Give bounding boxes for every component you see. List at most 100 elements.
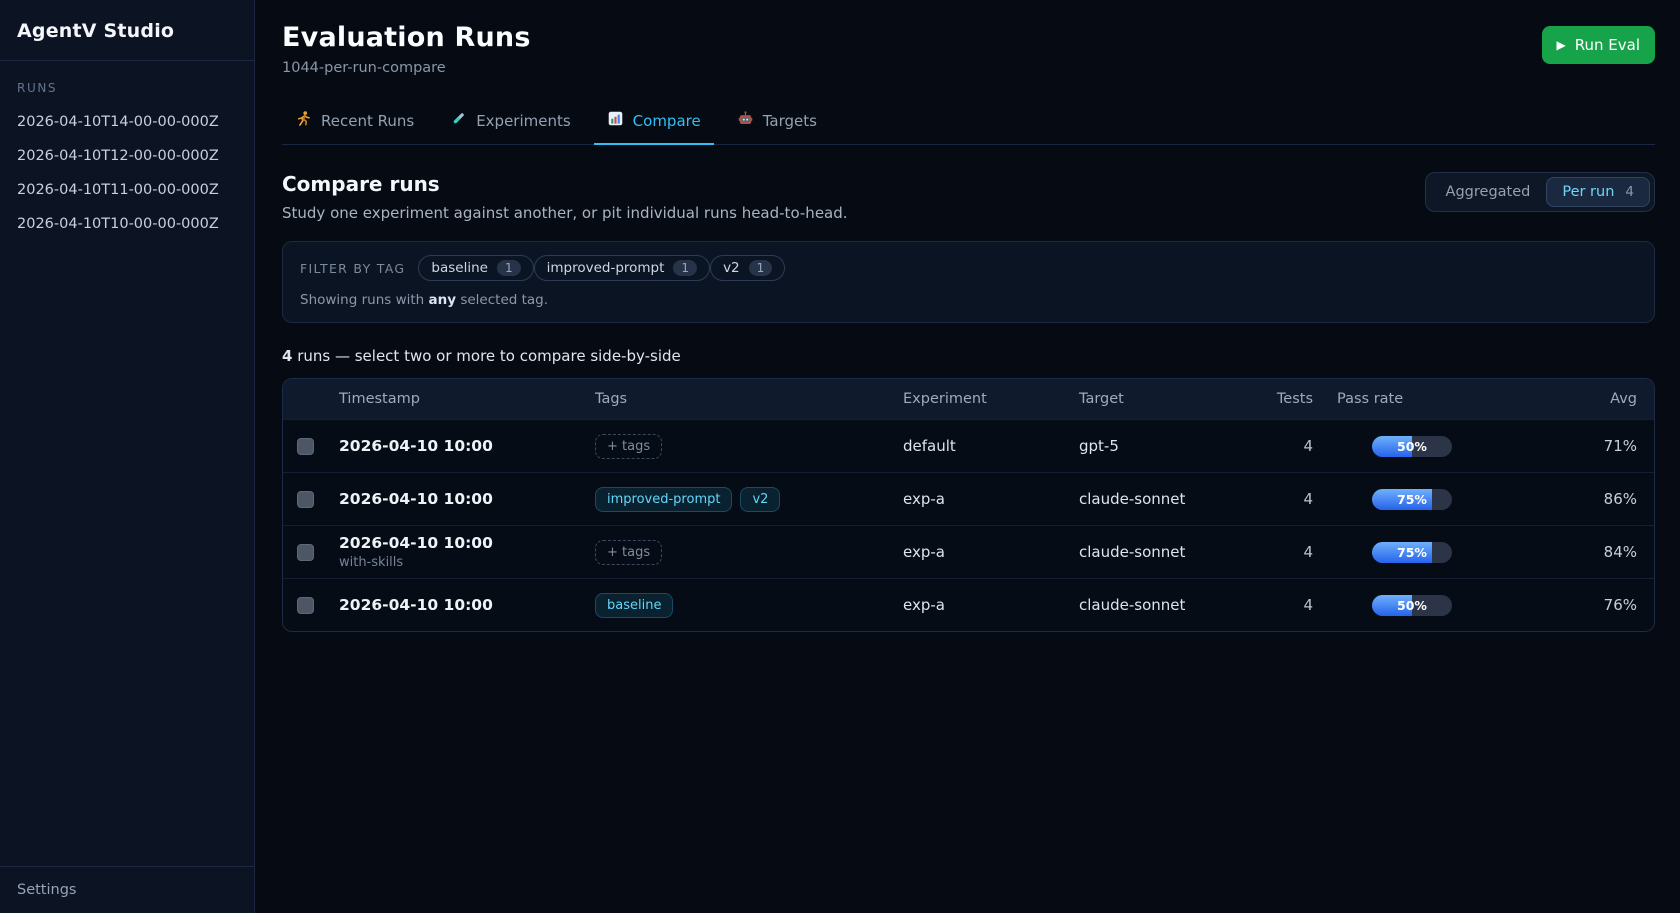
view-mode-toggle: Aggregated Per run 4: [1425, 172, 1655, 212]
test-tube-icon: [450, 110, 467, 131]
pass-rate-bar: 50%: [1372, 436, 1452, 457]
col-pass-rate: Pass rate: [1313, 391, 1503, 407]
row-experiment: exp-a: [903, 543, 1079, 561]
row-tests: 4: [1229, 490, 1313, 508]
row-subtitle: with-skills: [339, 555, 595, 570]
sidebar-run-item[interactable]: 2026-04-10T10-00-00-000Z: [0, 207, 254, 241]
row-avg: 84%: [1503, 543, 1654, 561]
tag-filter-chip-improved-prompt[interactable]: improved-prompt1: [534, 255, 710, 281]
tab-label: Recent Runs: [321, 112, 414, 130]
row-target: claude-sonnet: [1079, 490, 1229, 508]
tab-experiments[interactable]: Experiments: [437, 100, 583, 144]
tag-filter-name: improved-prompt: [547, 260, 665, 276]
toggle-per-run[interactable]: Per run 4: [1546, 177, 1650, 207]
runs-summary: 4 runs — select two or more to compare s…: [282, 347, 1655, 365]
tag-filter-name: baseline: [431, 260, 488, 276]
row-checkbox[interactable]: [297, 544, 314, 561]
row-checkbox[interactable]: [297, 438, 314, 455]
table-row: 2026-04-10 10:00improved-promptv2exp-acl…: [283, 472, 1654, 525]
run-eval-label: Run Eval: [1575, 36, 1640, 54]
robot-icon: [737, 110, 754, 131]
row-tests: 4: [1229, 437, 1313, 455]
bar-chart-icon: [607, 110, 624, 131]
row-tag-v2[interactable]: v2: [740, 487, 780, 512]
tab-targets[interactable]: Targets: [724, 100, 830, 144]
tag-filter-chip-v2[interactable]: v2 1: [710, 255, 785, 281]
row-pass-rate-cell: 75%: [1313, 542, 1503, 563]
toggle-per-run-count: 4: [1625, 184, 1634, 200]
row-checkbox-cell: [283, 491, 339, 508]
sidebar: AgentV Studio RUNS 2026-04-10T14-00-00-0…: [0, 0, 255, 913]
page-subtitle: 1044-per-run-compare: [282, 60, 531, 76]
filter-note-any: any: [429, 292, 457, 308]
row-avg: 76%: [1503, 596, 1654, 614]
row-tag-baseline[interactable]: baseline: [595, 593, 673, 618]
settings-link[interactable]: Settings: [17, 882, 237, 898]
row-tag-improved-prompt[interactable]: improved-prompt: [595, 487, 732, 512]
row-avg: 86%: [1503, 490, 1654, 508]
row-tags-cell: improved-prompt v2: [595, 487, 903, 512]
row-pass-rate-cell: 50%: [1313, 436, 1503, 457]
toggle-aggregated[interactable]: Aggregated: [1430, 177, 1547, 207]
row-experiment: exp-a: [903, 596, 1079, 614]
filter-by-tag-card: FILTER BY TAG baseline1improved-prompt1v…: [282, 241, 1655, 323]
row-tests: 4: [1229, 596, 1313, 614]
row-timestamp-cell: 2026-04-10 10:00: [339, 437, 595, 455]
compare-heading: Compare runs: [282, 172, 848, 196]
row-timestamp: 2026-04-10 10:00: [339, 596, 595, 614]
tag-filter-chip-baseline[interactable]: baseline 1: [418, 255, 533, 281]
table-row: 2026-04-10 10:00baselineexp-aclaude-sonn…: [283, 578, 1654, 631]
tag-filter-count: 1: [497, 260, 521, 276]
tab-label: Targets: [763, 112, 817, 130]
row-target: gpt-5: [1079, 437, 1229, 455]
main-content: Evaluation Runs 1044-per-run-compare ▶ R…: [255, 0, 1680, 913]
pass-rate-label: 75%: [1372, 489, 1452, 510]
runs-section-label: RUNS: [17, 81, 237, 95]
run-eval-button[interactable]: ▶ Run Eval: [1542, 26, 1655, 64]
tag-filter-list: baseline 1 improved-prompt1 v2 1: [418, 255, 785, 281]
row-checkbox[interactable]: [297, 491, 314, 508]
tag-filter-count: 1: [749, 260, 773, 276]
runs-count: 4: [282, 347, 292, 365]
app-root: AgentV Studio RUNS 2026-04-10T14-00-00-0…: [0, 0, 1680, 913]
run-list: 2026-04-10T14-00-00-000Z2026-04-10T12-00…: [0, 105, 254, 241]
tag-filter-name: v2: [723, 260, 740, 276]
row-checkbox[interactable]: [297, 597, 314, 614]
add-tags-button[interactable]: + tags: [595, 434, 662, 459]
tab-label: Experiments: [476, 112, 570, 130]
sidebar-run-item[interactable]: 2026-04-10T11-00-00-000Z: [0, 173, 254, 207]
col-timestamp: Timestamp: [339, 391, 595, 407]
row-checkbox-cell: [283, 438, 339, 455]
add-tags-button[interactable]: + tags: [595, 540, 662, 565]
filter-label: FILTER BY TAG: [300, 261, 405, 276]
compare-description: Study one experiment against another, or…: [282, 204, 848, 222]
row-tags-cell: baseline: [595, 593, 903, 618]
row-tests: 4: [1229, 543, 1313, 561]
sidebar-run-item[interactable]: 2026-04-10T14-00-00-000Z: [0, 105, 254, 139]
row-pass-rate-cell: 75%: [1313, 489, 1503, 510]
runs-table: Timestamp Tags Experiment Target Tests P…: [282, 378, 1655, 632]
tab-compare[interactable]: Compare: [594, 100, 714, 144]
table-body: 2026-04-10 10:00+ tagsdefaultgpt-5450%71…: [283, 419, 1654, 631]
row-timestamp-cell: 2026-04-10 10:00: [339, 596, 595, 614]
row-avg: 71%: [1503, 437, 1654, 455]
row-timestamp: 2026-04-10 10:00: [339, 534, 595, 552]
row-checkbox-cell: [283, 544, 339, 561]
play-icon: ▶: [1557, 38, 1566, 52]
row-timestamp: 2026-04-10 10:00: [339, 490, 595, 508]
page-title: Evaluation Runs: [282, 22, 531, 53]
table-row: 2026-04-10 10:00with-skills+ tagsexp-acl…: [283, 525, 1654, 578]
tab-recent-runs[interactable]: Recent Runs: [282, 100, 427, 144]
tab-label: Compare: [633, 112, 701, 130]
row-timestamp-cell: 2026-04-10 10:00: [339, 490, 595, 508]
col-avg: Avg: [1503, 391, 1654, 407]
row-timestamp: 2026-04-10 10:00: [339, 437, 595, 455]
row-pass-rate-cell: 50%: [1313, 595, 1503, 616]
page-header: Evaluation Runs 1044-per-run-compare ▶ R…: [282, 22, 1655, 76]
pass-rate-label: 50%: [1372, 595, 1452, 616]
toggle-per-run-label: Per run: [1562, 184, 1614, 200]
tab-bar: Recent Runs Experiments Compare Targets: [282, 100, 1655, 145]
sidebar-run-item[interactable]: 2026-04-10T12-00-00-000Z: [0, 139, 254, 173]
row-tags-cell: + tags: [595, 540, 903, 565]
row-tags-cell: + tags: [595, 434, 903, 459]
